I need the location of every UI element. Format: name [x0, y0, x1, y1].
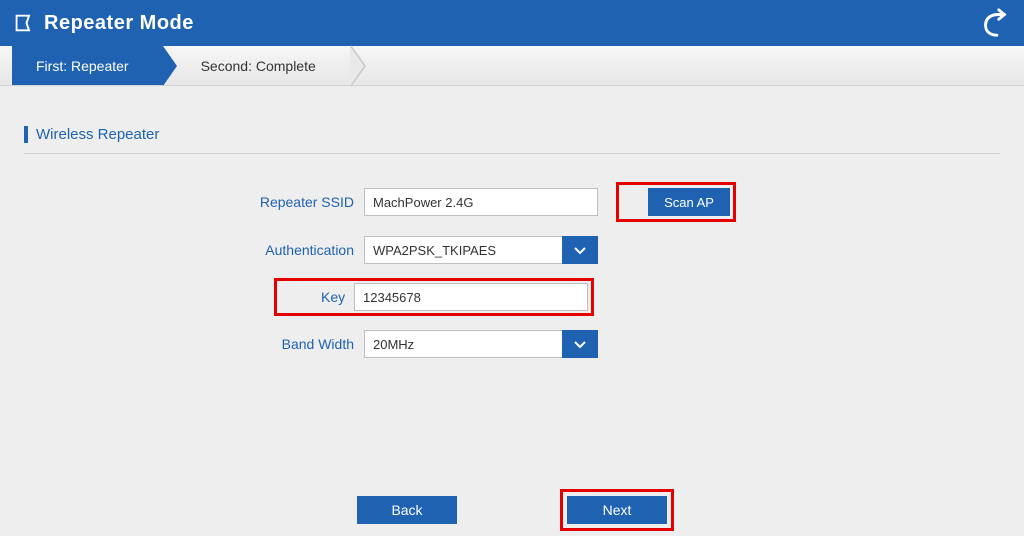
key-label: Key [321, 289, 354, 305]
bandwidth-label: Band Width [24, 336, 364, 352]
auth-value: WPA2PSK_TKIPAES [364, 236, 562, 264]
ssid-label: Repeater SSID [24, 194, 364, 210]
row-auth: Authentication WPA2PSK_TKIPAES [24, 236, 1000, 264]
wizard-step-repeater[interactable]: First: Repeater [12, 46, 163, 85]
auth-select[interactable]: WPA2PSK_TKIPAES [364, 236, 598, 264]
highlight-box: Scan AP [616, 182, 736, 222]
wizard-step-label: Second: Complete [201, 58, 316, 74]
bandwidth-value: 20MHz [364, 330, 562, 358]
app-header: Repeater Mode [0, 0, 1024, 46]
section-divider [24, 153, 1000, 154]
row-key: Key [24, 278, 1000, 316]
chevron-down-icon[interactable] [562, 330, 598, 358]
section-heading: Wireless Repeater [24, 126, 1000, 143]
highlight-box: Key [274, 278, 594, 316]
page-title: Repeater Mode [44, 12, 194, 35]
scan-ap-button[interactable]: Scan AP [648, 188, 730, 216]
chevron-down-icon[interactable] [562, 236, 598, 264]
footer-actions: Back Next [0, 496, 1024, 524]
highlight-box: Next [560, 489, 674, 531]
row-ssid: Repeater SSID Scan AP [24, 182, 1000, 222]
app-logo-icon [12, 12, 34, 34]
return-icon[interactable] [980, 8, 1010, 38]
back-button[interactable]: Back [357, 496, 457, 524]
bandwidth-select[interactable]: 20MHz [364, 330, 598, 358]
wizard-step-complete[interactable]: Second: Complete [177, 46, 350, 85]
key-input[interactable] [354, 283, 588, 311]
next-button[interactable]: Next [567, 496, 667, 524]
wizard-step-label: First: Repeater [36, 58, 129, 74]
wizard-breadcrumb: First: Repeater Second: Complete [0, 46, 1024, 86]
row-bandwidth: Band Width 20MHz [24, 330, 1000, 358]
ssid-input[interactable] [364, 188, 598, 216]
auth-label: Authentication [24, 242, 364, 258]
main-content: Wireless Repeater Repeater SSID Scan AP … [0, 86, 1024, 358]
